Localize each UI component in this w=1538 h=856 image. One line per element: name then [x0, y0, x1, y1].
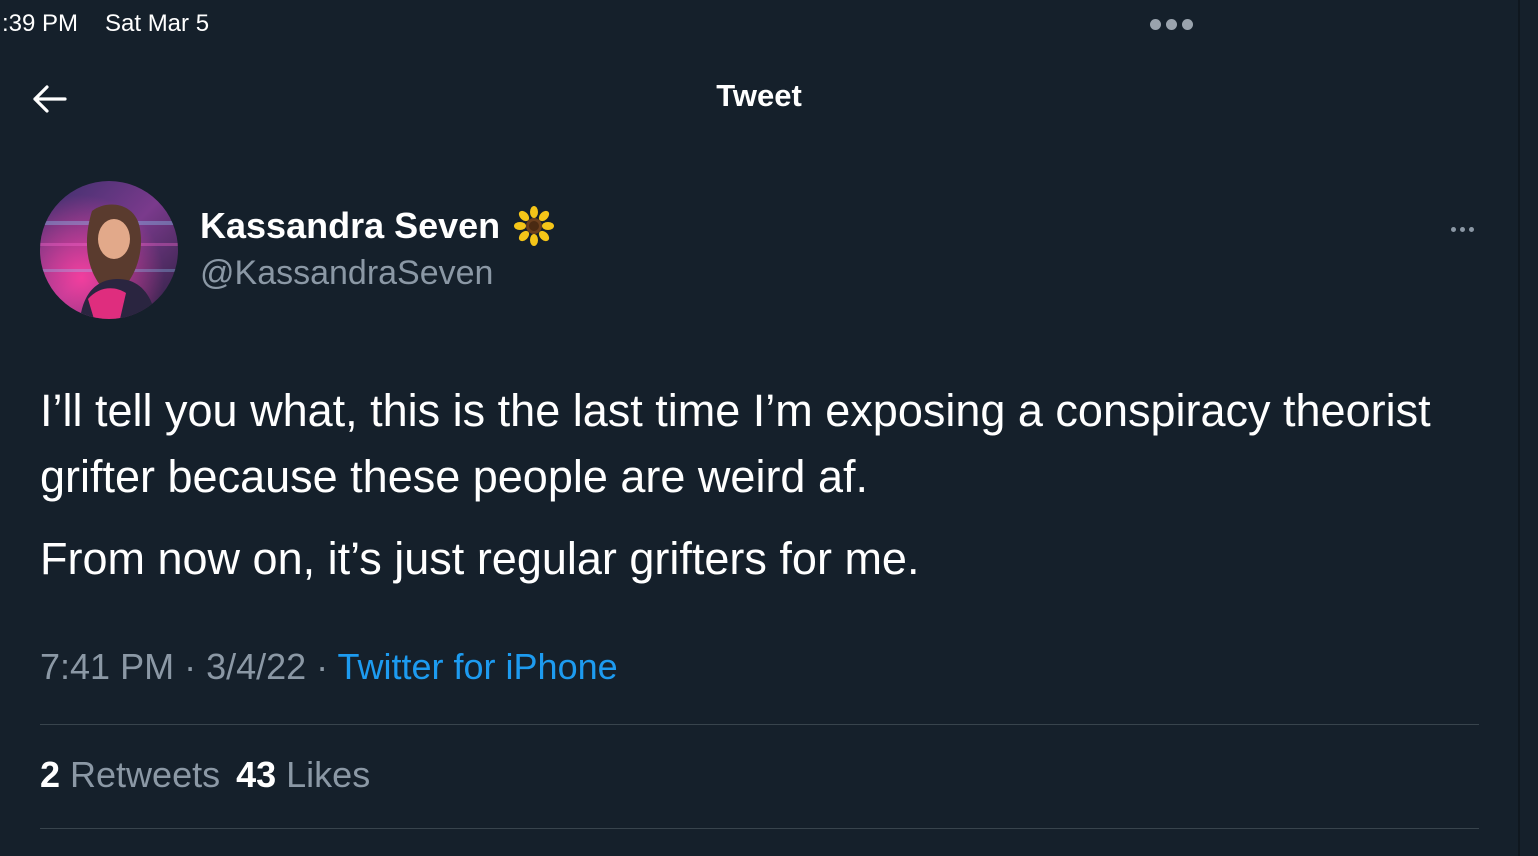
tweet-meta: 7:41 PM · 3/4/22 · Twitter for iPhone: [40, 646, 618, 688]
more-options-icon[interactable]: [1442, 214, 1482, 244]
sunflower-icon: [514, 206, 555, 246]
retweets-label: Retweets: [70, 754, 221, 795]
tweet-text-paragraph: From now on, it’s just regular grifters …: [40, 533, 920, 584]
likes-label: Likes: [286, 754, 371, 795]
likes-count: 43: [236, 754, 277, 795]
likes-stat[interactable]: 43 Likes: [236, 754, 370, 796]
tweet-body: I’ll tell you what, this is the last tim…: [40, 378, 1480, 592]
status-date: Sat Mar 5: [105, 10, 210, 37]
status-bar: :39 PM Sat Mar 5: [0, 0, 1538, 48]
tweet-detail-screen: :39 PM Sat Mar 5 Tweet Kassandra Seven @…: [0, 0, 1538, 856]
divider: [40, 828, 1479, 829]
avatar-image: [40, 181, 178, 319]
page-title: Tweet: [716, 78, 802, 113]
multitasking-ellipsis-icon[interactable]: [1150, 19, 1193, 30]
tweet-text-paragraph: I’ll tell you what, this is the last tim…: [40, 385, 1431, 502]
retweets-count: 2: [40, 754, 61, 795]
tweet-date[interactable]: 3/4/22: [206, 646, 306, 687]
status-time: :39 PM: [2, 10, 79, 37]
tweet-time[interactable]: 7:41 PM: [40, 646, 174, 687]
meta-separator: ·: [174, 646, 207, 687]
screen-edge-divider: [1518, 0, 1520, 856]
divider: [40, 724, 1479, 725]
author-name-row: Kassandra Seven: [200, 205, 555, 247]
author-display-name[interactable]: Kassandra Seven: [200, 205, 500, 247]
author-handle[interactable]: @KassandraSeven: [200, 254, 493, 293]
tweet-source-link[interactable]: Twitter for iPhone: [338, 646, 618, 687]
avatar[interactable]: [40, 181, 178, 319]
tweet-stats: 2 Retweets 43 Likes: [40, 754, 370, 796]
retweets-stat[interactable]: 2 Retweets: [40, 754, 220, 796]
meta-separator: ·: [306, 646, 338, 687]
